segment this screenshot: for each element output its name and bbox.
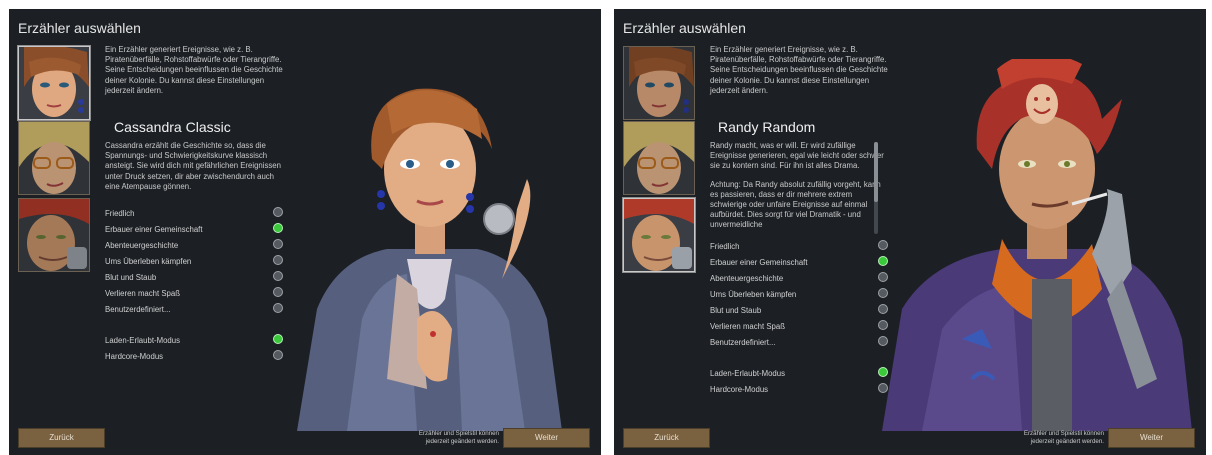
storyteller-name: Cassandra Classic	[114, 119, 231, 135]
storyteller-description-paragraph: Cassandra erzählt die Geschichte so, das…	[105, 141, 281, 191]
difficulty-label: Friedlich	[105, 209, 135, 218]
portrait-randy[interactable]	[18, 198, 90, 272]
difficulty-label: Verlieren macht Spaß	[710, 322, 785, 331]
phoebe-portrait-icon	[19, 122, 89, 194]
next-button[interactable]: Weiter	[503, 428, 590, 448]
cassandra-portrait-icon	[19, 47, 89, 119]
randy-portrait-icon	[624, 199, 694, 271]
mode-label: Laden-Erlaubt-Modus	[710, 369, 785, 378]
difficulty-option[interactable]: Abenteuergeschichte	[105, 238, 283, 253]
intro-text: Ein Erzähler generiert Ereignisse, wie z…	[710, 45, 888, 95]
mode-option[interactable]: Hardcore-Modus	[710, 382, 888, 397]
scrollbar-thumb[interactable]	[874, 142, 878, 202]
difficulty-label: Ums Überleben kämpfen	[105, 257, 192, 266]
difficulty-option[interactable]: Erbauer einer Gemeinschaft	[105, 222, 283, 237]
difficulty-label: Abenteuergeschichte	[710, 274, 784, 283]
back-button[interactable]: Zurück	[623, 428, 710, 448]
mode-option[interactable]: Hardcore-Modus	[105, 349, 283, 364]
storyteller-description: Cassandra erzählt die Geschichte so, das…	[105, 141, 285, 200]
next-button[interactable]: Weiter	[1108, 428, 1195, 448]
description-scrollbar[interactable]	[874, 142, 878, 234]
difficulty-option[interactable]: Ums Überleben kämpfen	[710, 287, 888, 302]
mode-label: Hardcore-Modus	[105, 352, 164, 361]
randy-portrait-icon	[19, 199, 89, 271]
change-note: Erzähler und Spielstil können jederzeit …	[418, 430, 499, 445]
difficulty-label: Benutzerdefiniert...	[105, 305, 171, 314]
difficulty-label: Benutzerdefiniert...	[710, 338, 776, 347]
page-title: Erzähler auswählen	[623, 20, 746, 36]
page-title: Erzähler auswählen	[18, 20, 141, 36]
storyteller-description: Randy macht, was er will. Er wird zufäll…	[710, 141, 890, 235]
storyteller-panel-cassandra: Erzähler auswählen Ein Erzähler generier…	[9, 9, 601, 455]
difficulty-option[interactable]: Verlieren macht Spaß	[105, 286, 283, 301]
mode-label: Laden-Erlaubt-Modus	[105, 336, 180, 345]
difficulty-label: Erbauer einer Gemeinschaft	[105, 225, 203, 234]
storyteller-description-paragraph: Randy macht, was er will. Er wird zufäll…	[710, 141, 884, 171]
difficulty-label: Blut und Staub	[105, 273, 157, 282]
difficulty-option[interactable]: Erbauer einer Gemeinschaft	[710, 255, 888, 270]
mode-option[interactable]: Laden-Erlaubt-Modus	[710, 366, 888, 381]
phoebe-portrait-icon	[624, 122, 694, 194]
portrait-randy[interactable]	[623, 198, 695, 272]
storyteller-description-paragraph: Achtung: Da Randy absolut zufällig vorge…	[710, 179, 881, 230]
change-note: Erzähler und Spielstil können jederzeit …	[1023, 430, 1104, 445]
storyteller-name: Randy Random	[718, 119, 816, 135]
difficulty-option[interactable]: Verlieren macht Spaß	[710, 319, 888, 334]
difficulty-label: Erbauer einer Gemeinschaft	[710, 258, 808, 267]
portrait-cassandra[interactable]	[623, 46, 695, 120]
mode-label: Hardcore-Modus	[710, 385, 769, 394]
storyteller-panel-randy: Erzähler auswählen Ein Erzähler generier…	[614, 9, 1206, 455]
difficulty-label: Abenteuergeschichte	[105, 241, 179, 250]
back-button[interactable]: Zurück	[18, 428, 105, 448]
difficulty-option[interactable]: Blut und Staub	[710, 303, 888, 318]
difficulty-label: Ums Überleben kämpfen	[710, 290, 797, 299]
difficulty-option[interactable]: Friedlich	[710, 239, 888, 254]
intro-text: Ein Erzähler generiert Ereignisse, wie z…	[105, 45, 283, 95]
portrait-cassandra[interactable]	[18, 46, 90, 120]
difficulty-label: Verlieren macht Spaß	[105, 289, 180, 298]
difficulty-option[interactable]: Ums Überleben kämpfen	[105, 254, 283, 269]
mode-option[interactable]: Laden-Erlaubt-Modus	[105, 333, 283, 348]
difficulty-label: Blut und Staub	[710, 306, 762, 315]
randy-illustration	[882, 59, 1192, 431]
difficulty-option[interactable]: Benutzerdefiniert...	[710, 335, 888, 350]
cassandra-illustration	[297, 88, 562, 431]
portrait-phoebe[interactable]	[623, 121, 695, 195]
difficulty-option[interactable]: Friedlich	[105, 206, 283, 221]
difficulty-option[interactable]: Benutzerdefiniert...	[105, 302, 283, 317]
cassandra-portrait-icon	[624, 47, 694, 119]
difficulty-option[interactable]: Abenteuergeschichte	[710, 271, 888, 286]
difficulty-option[interactable]: Blut und Staub	[105, 270, 283, 285]
difficulty-label: Friedlich	[710, 242, 740, 251]
portrait-phoebe[interactable]	[18, 121, 90, 195]
